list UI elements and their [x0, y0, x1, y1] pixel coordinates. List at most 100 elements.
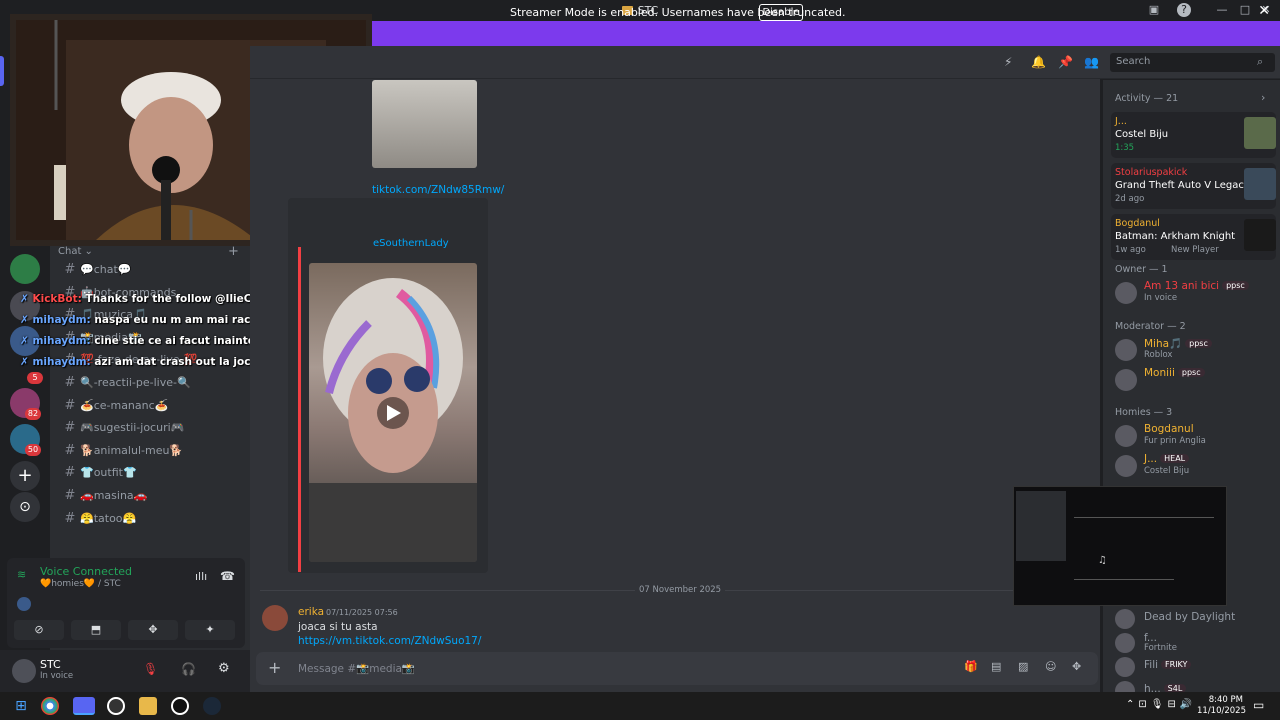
help-icon[interactable]: ? [1177, 3, 1191, 17]
close-icon[interactable]: ✕ [1258, 3, 1270, 19]
avatar[interactable] [1115, 657, 1135, 677]
add-server-icon[interactable]: + [10, 461, 40, 491]
activity-card[interactable]: J... Costel Biju 1:35 [1111, 112, 1276, 158]
voice-user-avatar[interactable] [17, 597, 31, 611]
tray-icons[interactable]: ⌃⊡🎙⊟🔊 [1126, 699, 1196, 710]
apps-icon[interactable]: ✥ [1072, 660, 1081, 673]
noise-suppression-icon[interactable]: ıllı [195, 570, 207, 583]
message-input[interactable]: Message #📸media📸 [298, 662, 415, 675]
unread-badge: 82 [25, 408, 41, 420]
avatar[interactable] [1115, 609, 1135, 629]
file-explorer-icon[interactable] [139, 697, 157, 715]
add-attachment-icon[interactable]: + [268, 658, 281, 677]
message-author[interactable]: erika [298, 606, 324, 618]
channel-item[interactable]: # 😤tatoo😤 [60, 508, 245, 529]
activities-button[interactable]: ✥ [128, 620, 178, 640]
voice-status[interactable]: Voice Connected [40, 565, 132, 578]
chevron-right-icon[interactable]: › [1261, 91, 1265, 104]
server-icon[interactable] [10, 254, 40, 284]
channel-item[interactable]: # 🔍-reactii-pe-live-🔍 [60, 372, 245, 393]
activity-card[interactable]: Bogdanul Batman: Arkham Knight 1w ago New P… [1111, 214, 1276, 260]
avatar[interactable] [262, 605, 288, 631]
avatar[interactable] [1115, 339, 1137, 361]
obs-icon[interactable] [107, 697, 125, 715]
search-input[interactable]: Search [1110, 53, 1275, 72]
member-row[interactable]: Bogdanul Fur prin Anglia [1115, 423, 1275, 455]
channel-item[interactable]: # 🐕animalul-meu🐕 [60, 440, 245, 461]
settings-gear-icon[interactable]: ⚙ [218, 661, 230, 676]
headphones-icon[interactable]: 🎧 [181, 662, 196, 676]
clock-time[interactable]: 8:40 PM [1205, 695, 1243, 705]
activity-cover-image [1244, 117, 1276, 149]
member-name-text: Dead by Daylight [1144, 611, 1236, 623]
notification-bell-icon[interactable]: 🔔 [1031, 55, 1046, 69]
badge-icon: ✗ [20, 314, 33, 326]
screen-preview[interactable]: ♫ [1013, 486, 1227, 606]
member-name-text: J... [1144, 453, 1158, 465]
sticker-icon[interactable]: ▨ [1018, 660, 1028, 673]
member-row[interactable]: J... HEAL Costel Biju [1115, 453, 1275, 485]
steam-icon[interactable] [203, 697, 221, 715]
gif-icon[interactable]: ▤ [991, 660, 1001, 673]
windows-start-icon[interactable]: ⊞ [12, 697, 30, 715]
screen-share-button[interactable]: ⬒ [71, 620, 121, 640]
date-divider: 07 November 2025 [635, 585, 726, 595]
emoji-icon[interactable]: ☺ [1045, 660, 1056, 673]
message-timestamp: 07/11/2025 07:56 [326, 608, 398, 617]
hash-icon: # [64, 465, 76, 481]
avatar[interactable] [12, 659, 36, 683]
voice-location[interactable]: 🧡homies🧡 / STC [40, 579, 121, 589]
member-name: J... HEAL [1144, 453, 1190, 465]
category-label: Chat [58, 246, 82, 257]
avatar[interactable] [1115, 633, 1135, 653]
app-icon[interactable] [171, 697, 189, 715]
message-link[interactable]: tiktok.com/ZNdw85Rmw/ [372, 184, 504, 196]
member-row[interactable]: Miha🎵 ppsc Roblox [1115, 337, 1275, 369]
activity-card[interactable]: Stolariuspakick Grand Theft Auto V Legacy… [1111, 163, 1276, 209]
user-panel: STC In voice 🎙 🎧 ⚙ [0, 650, 250, 692]
member-name: Miha🎵 ppsc [1144, 337, 1212, 350]
member-name-text: Moniii [1144, 367, 1175, 379]
channel-item[interactable]: # 🎮sugestii-jocuri🎮 [60, 417, 245, 438]
member-list-icon[interactable]: 👥 [1084, 55, 1099, 69]
inbox-icon[interactable]: ▣ [1147, 3, 1161, 17]
chrome-icon[interactable] [41, 697, 59, 715]
mute-icon[interactable]: 🎙 [143, 662, 158, 676]
message-link[interactable]: https://vm.tiktok.com/ZNdwSuo17/ [298, 635, 481, 647]
clock-date[interactable]: 11/10/2025 [1197, 706, 1246, 716]
channel-item[interactable]: # 🚗masina🚗 [60, 485, 245, 506]
embed-author[interactable]: eSouthernLady [373, 238, 449, 249]
member-row[interactable]: Am 13 ani bici ppsc In voice [1115, 280, 1275, 312]
message-composer[interactable]: + Message #📸media📸 🎁 ▤ ▨ ☺ ✥ [256, 652, 1098, 685]
badge-icon: ✗ [20, 335, 33, 347]
notifications-icon[interactable]: ▭ [1253, 698, 1264, 712]
avatar[interactable] [1115, 425, 1137, 447]
taskbar: ⊞ ⌃⊡🎙⊟🔊 8:40 PM 11/10/2025 ▭ [0, 692, 1280, 720]
activity-header[interactable]: Activity — 21 [1115, 93, 1178, 104]
maximize-button[interactable]: □ [1238, 3, 1252, 17]
gift-icon[interactable]: 🎁 [964, 660, 978, 673]
camera-off-button[interactable]: ⊘ [14, 620, 64, 640]
media-thumbnail[interactable] [372, 80, 477, 168]
avatar[interactable] [1115, 282, 1137, 304]
discord-icon[interactable] [73, 697, 95, 715]
member-name: Dead by Daylight [1144, 611, 1235, 623]
disconnect-icon[interactable]: ☎ [220, 569, 235, 583]
minimize-button[interactable]: — [1215, 3, 1229, 17]
disable-button[interactable]: Disable [759, 4, 803, 21]
avatar[interactable] [1115, 455, 1137, 477]
channel-item[interactable]: # 🍝ce-mananc🍝 [60, 395, 245, 416]
add-channel-icon[interactable]: + [228, 244, 239, 259]
channel-item[interactable]: # 👕outfit👕 [60, 462, 245, 483]
role-pill: ppsc [1177, 368, 1205, 377]
discover-icon[interactable]: ⊙ [10, 492, 40, 522]
role-pill: ppsc [1185, 339, 1212, 348]
pin-icon[interactable]: 📌 [1058, 55, 1073, 69]
category-chat[interactable]: Chat ⌄ [58, 246, 93, 257]
member-row[interactable]: Moniii ppsc [1115, 367, 1275, 399]
threads-icon[interactable]: ⚡ [1004, 55, 1012, 69]
avatar[interactable] [1115, 369, 1137, 391]
channel-item[interactable]: # 💬chat💬 [60, 259, 245, 280]
soundboard-button[interactable]: ✦ [185, 620, 235, 640]
video-thumbnail[interactable] [309, 263, 477, 562]
